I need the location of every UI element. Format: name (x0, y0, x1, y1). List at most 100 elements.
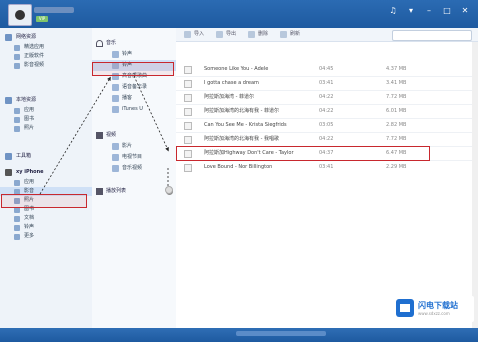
globe-icon (5, 34, 12, 41)
vip-badge: VIP (36, 16, 48, 22)
title-bar: VIP ♫ ▾ – □ ✕ (0, 0, 478, 28)
mid-item-tv[interactable]: 电视节目 (92, 152, 176, 163)
video-icon (112, 165, 119, 172)
sidebar-item-books[interactable]: 图书 (0, 115, 92, 124)
app-icon (14, 179, 20, 186)
row-checkbox[interactable] (184, 80, 192, 88)
sidebar-item-ringtones[interactable]: 铃声 (0, 223, 92, 232)
close-icon[interactable]: ✕ (460, 6, 470, 15)
delete-button[interactable]: 删除 (248, 30, 268, 39)
refresh-icon (280, 31, 287, 38)
minimize-icon[interactable]: – (424, 6, 434, 15)
row-checkbox[interactable] (184, 66, 192, 74)
app-icon (14, 53, 20, 60)
group-header[interactable]: 音乐 (92, 38, 176, 49)
sidebar-item-video[interactable]: 影音视频 (0, 61, 92, 70)
table-row-highlighted[interactable]: Love Bound - Nor Billington 03:41 2.29 MB (176, 160, 478, 174)
highlight-box-ringtones (92, 62, 174, 76)
mid-item-movies[interactable]: 影片 (92, 141, 176, 152)
row-checkbox[interactable] (184, 122, 192, 130)
delete-icon (248, 31, 255, 38)
import-button[interactable]: 导入 (184, 30, 204, 39)
tv-icon (112, 154, 119, 161)
app-icon (14, 107, 20, 114)
import-icon (184, 31, 191, 38)
row-checkbox[interactable] (184, 94, 192, 102)
film-icon (96, 132, 103, 139)
bell-icon (14, 224, 20, 231)
highlight-box-song (176, 146, 430, 161)
note-icon (112, 51, 119, 58)
table-row[interactable]: Someone Like You - Adele 04:45 4.37 MB (176, 62, 478, 77)
row-checkbox[interactable] (184, 108, 192, 116)
row-checkbox[interactable] (184, 136, 192, 144)
table-row[interactable]: 阿拉斯加海湾的北海有我 - 菲道尔 04:22 6.01 MB (176, 104, 478, 119)
playlist-icon (96, 188, 103, 195)
more-icon (14, 233, 20, 240)
row-checkbox[interactable] (184, 164, 192, 172)
logo-url: www.sdxzz.com (418, 311, 450, 316)
scrollbar[interactable] (472, 42, 478, 328)
podcast-icon (112, 95, 119, 102)
sidebar-item-photos[interactable]: 照片 (0, 124, 92, 133)
table-row[interactable]: Can You See Me - Krista Siegfrids 03:05 2.… (176, 118, 478, 133)
section-toolbox: 工具箱 (0, 151, 92, 162)
mid-item-podcasts[interactable]: 播客 (92, 93, 176, 104)
app-icon (14, 44, 20, 51)
mid-item-musicvideo[interactable]: 音乐视频 (92, 163, 176, 174)
mid-item-memos[interactable]: 语音备忘录 (92, 82, 176, 93)
mid-item-music[interactable]: 铃声 (92, 49, 176, 60)
sidebar-item-apps[interactable]: 应用 (0, 106, 92, 115)
shirt-icon[interactable]: ▾ (406, 6, 416, 15)
video-icon (14, 62, 20, 69)
microphone-icon (112, 84, 119, 91)
sidebar-item-software[interactable]: 正版软件 (0, 52, 92, 61)
window-controls: ♫ ▾ – □ ✕ (388, 6, 470, 15)
mid-item-itunesu[interactable]: iTunes U (92, 104, 176, 115)
avatar[interactable] (8, 4, 32, 26)
toolbar: 导入 导出 删除 刷新 (176, 28, 478, 42)
section-online: 网络资源 精选应用 正版软件 影音视频 (0, 32, 92, 70)
export-icon (216, 31, 223, 38)
logo-name: 闪电下载站 (418, 301, 458, 310)
graduation-icon (112, 106, 119, 113)
group-header[interactable]: 播放列表 (92, 186, 176, 197)
export-button[interactable]: 导出 (216, 30, 236, 39)
group-header[interactable]: 视频 (92, 130, 176, 141)
music-icon[interactable]: ♫ (388, 6, 398, 15)
section-header[interactable]: xy iPhone (0, 167, 92, 178)
table-row[interactable]: 阿拉斯加海湾的北海有我 - 我唱歌 04:22 7.72 MB (176, 132, 478, 147)
song-list-pane: 导入 导出 删除 刷新 Someone Like You - Adele 04:4… (176, 28, 478, 328)
table-row[interactable]: I gotta chase a dream 03:41 3.41 MB (176, 76, 478, 91)
status-indicator (236, 331, 326, 336)
section-local: 本地资源 应用 图书 照片 (0, 95, 92, 133)
status-bar (0, 328, 478, 342)
phone-icon (5, 169, 12, 176)
group-music: 音乐 铃声 铃声 高音质歌曲 语音备忘录 播客 iTunes U (92, 38, 176, 115)
sidebar-item-docs[interactable]: 文档 (0, 214, 92, 223)
toolbox-icon (5, 153, 12, 160)
watermark-logo: 闪电下载站 www.sdxzz.com (392, 296, 474, 322)
sidebar: 网络资源 精选应用 正版软件 影音视频 本地资源 应用 图书 照片 工具箱 xy… (0, 28, 93, 328)
headphones-icon (96, 40, 103, 47)
sidebar-item-featured[interactable]: 精选应用 (0, 43, 92, 52)
refresh-button[interactable]: 刷新 (280, 30, 300, 39)
logo-icon (396, 299, 414, 317)
photo-icon (14, 125, 20, 132)
username[interactable] (34, 7, 74, 13)
maximize-icon[interactable]: □ (442, 6, 452, 15)
group-video: 视频 影片 电视节目 音乐视频 (92, 130, 176, 174)
table-row[interactable]: 阿拉斯加海湾 - 菲道尔 04:22 7.72 MB (176, 90, 478, 105)
folder-icon (5, 97, 12, 104)
section-header[interactable]: 工具箱 (0, 151, 92, 162)
document-icon (14, 215, 20, 222)
section-header[interactable]: 本地资源 (0, 95, 92, 106)
drop-target-icon (165, 186, 173, 194)
sidebar-item-device-apps[interactable]: 应用 (0, 178, 92, 187)
highlight-box-media (1, 194, 87, 208)
sidebar-item-more[interactable]: 更多 (0, 232, 92, 241)
group-playlist: 播放列表 + (92, 186, 176, 197)
search-input[interactable] (392, 30, 472, 41)
section-header[interactable]: 网络资源 (0, 32, 92, 43)
book-icon (14, 116, 20, 123)
